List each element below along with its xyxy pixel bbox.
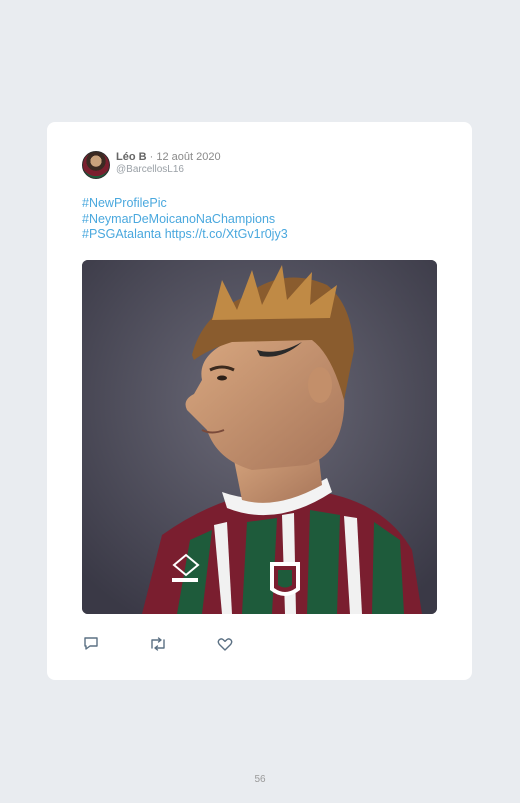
player-portrait-photo <box>82 260 437 614</box>
tweet-actions <box>83 636 233 651</box>
hashtag-link[interactable]: #NewProfilePic <box>82 196 442 212</box>
tweet-text: #NewProfilePic #NeymarDeMoicanoNaChampio… <box>82 196 442 243</box>
tweet-date: · 12 août 2020 <box>149 151 221 163</box>
author-handle[interactable]: @BarcellosL16 <box>116 164 221 176</box>
reply-icon <box>84 637 98 650</box>
retweet-button[interactable] <box>149 636 167 651</box>
page-number: 56 <box>254 774 266 785</box>
author-block: Léo B · 12 août 2020 @BarcellosL16 <box>116 150 221 176</box>
heart-icon <box>217 637 233 651</box>
reply-button[interactable] <box>83 636 99 651</box>
author-line: Léo B · 12 août 2020 <box>116 150 221 164</box>
hashtag-link[interactable]: #PSGAtalanta https://t.co/XtGv1r0jy3 <box>82 227 442 243</box>
tweet-media-image[interactable] <box>82 260 437 614</box>
retweet-icon <box>151 636 165 651</box>
display-name[interactable]: Léo B <box>116 151 147 163</box>
hashtag-link[interactable]: #NeymarDeMoicanoNaChampions <box>82 212 442 228</box>
like-button[interactable] <box>217 637 233 651</box>
tweet-header: Léo B · 12 août 2020 @BarcellosL16 <box>82 150 221 179</box>
avatar[interactable] <box>82 151 110 179</box>
tweet-card: Léo B · 12 août 2020 @BarcellosL16 #NewP… <box>47 122 472 680</box>
